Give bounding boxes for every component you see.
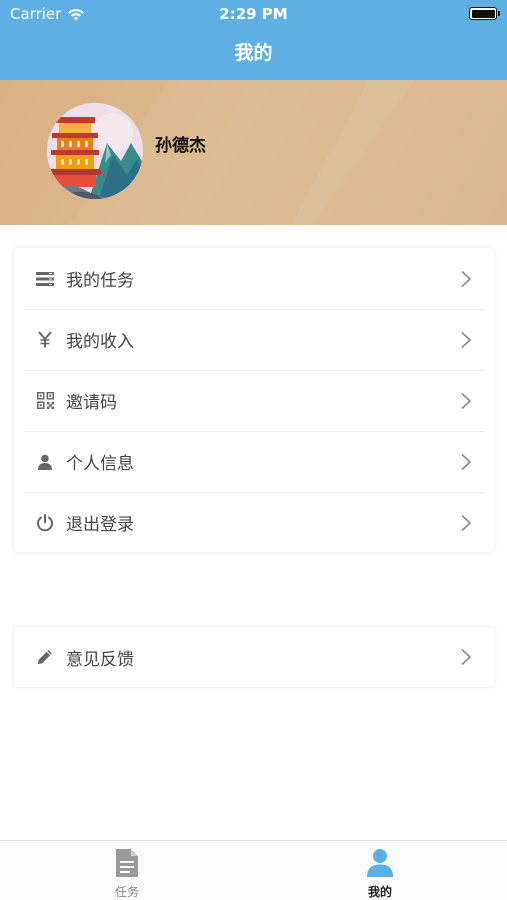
yen-icon (36, 331, 54, 349)
username: 孙德杰 (155, 136, 206, 156)
menu-item-logout[interactable]: 退出登录 (14, 492, 494, 553)
menu-item-label: 我的任务 (66, 271, 134, 291)
menu-item-label: 意见反馈 (66, 649, 134, 670)
tab-label: 我的 (367, 885, 392, 899)
user-icon (36, 453, 54, 471)
menu-item-label: 我的收入 (66, 332, 134, 352)
chevron-right-icon (461, 648, 472, 666)
top-bar: Carrier 2:29 PM 我的 (0, 0, 507, 80)
menu-item-label: 个人信息 (66, 454, 134, 474)
page-title: 我的 (234, 42, 273, 64)
status-bar: Carrier 2:29 PM (0, 0, 507, 28)
menu-item-label: 邀请码 (66, 393, 117, 413)
chevron-right-icon (461, 453, 472, 470)
tab-mine[interactable]: 我的 (253, 841, 507, 900)
avatar-image (47, 103, 143, 199)
battery-icon (469, 7, 500, 20)
menu-item-invite-code[interactable]: 邀请码 (14, 370, 494, 431)
qr-code-icon (36, 392, 54, 410)
status-time: 2:29 PM (219, 5, 288, 23)
menu-item-feedback[interactable]: 意见反馈 (14, 627, 494, 687)
menu-card: 我的任务 我的收入 邀请码 个人信息 退出登录 (14, 248, 494, 552)
person-icon (367, 849, 393, 877)
document-icon (116, 849, 138, 877)
menu-item-my-tasks[interactable]: 我的任务 (14, 248, 494, 309)
chevron-right-icon (461, 514, 472, 531)
chevron-right-icon (461, 392, 472, 409)
menu-item-personal-info[interactable]: 个人信息 (14, 431, 494, 492)
power-icon (36, 513, 54, 532)
tab-tasks[interactable]: 任务 (0, 841, 254, 900)
chevron-right-icon (461, 270, 472, 287)
avatar[interactable] (47, 103, 143, 199)
menu-item-my-income[interactable]: 我的收入 (14, 309, 494, 370)
chevron-right-icon (461, 331, 472, 348)
feedback-card: 意见反馈 (14, 627, 494, 687)
pencil-icon (36, 648, 54, 666)
tab-label: 任务 (114, 885, 139, 899)
task-list-icon (36, 270, 54, 288)
profile-header: 孙德杰 (0, 80, 507, 225)
menu-item-label: 退出登录 (66, 515, 134, 535)
tab-bar: 任务 我的 (0, 840, 507, 900)
